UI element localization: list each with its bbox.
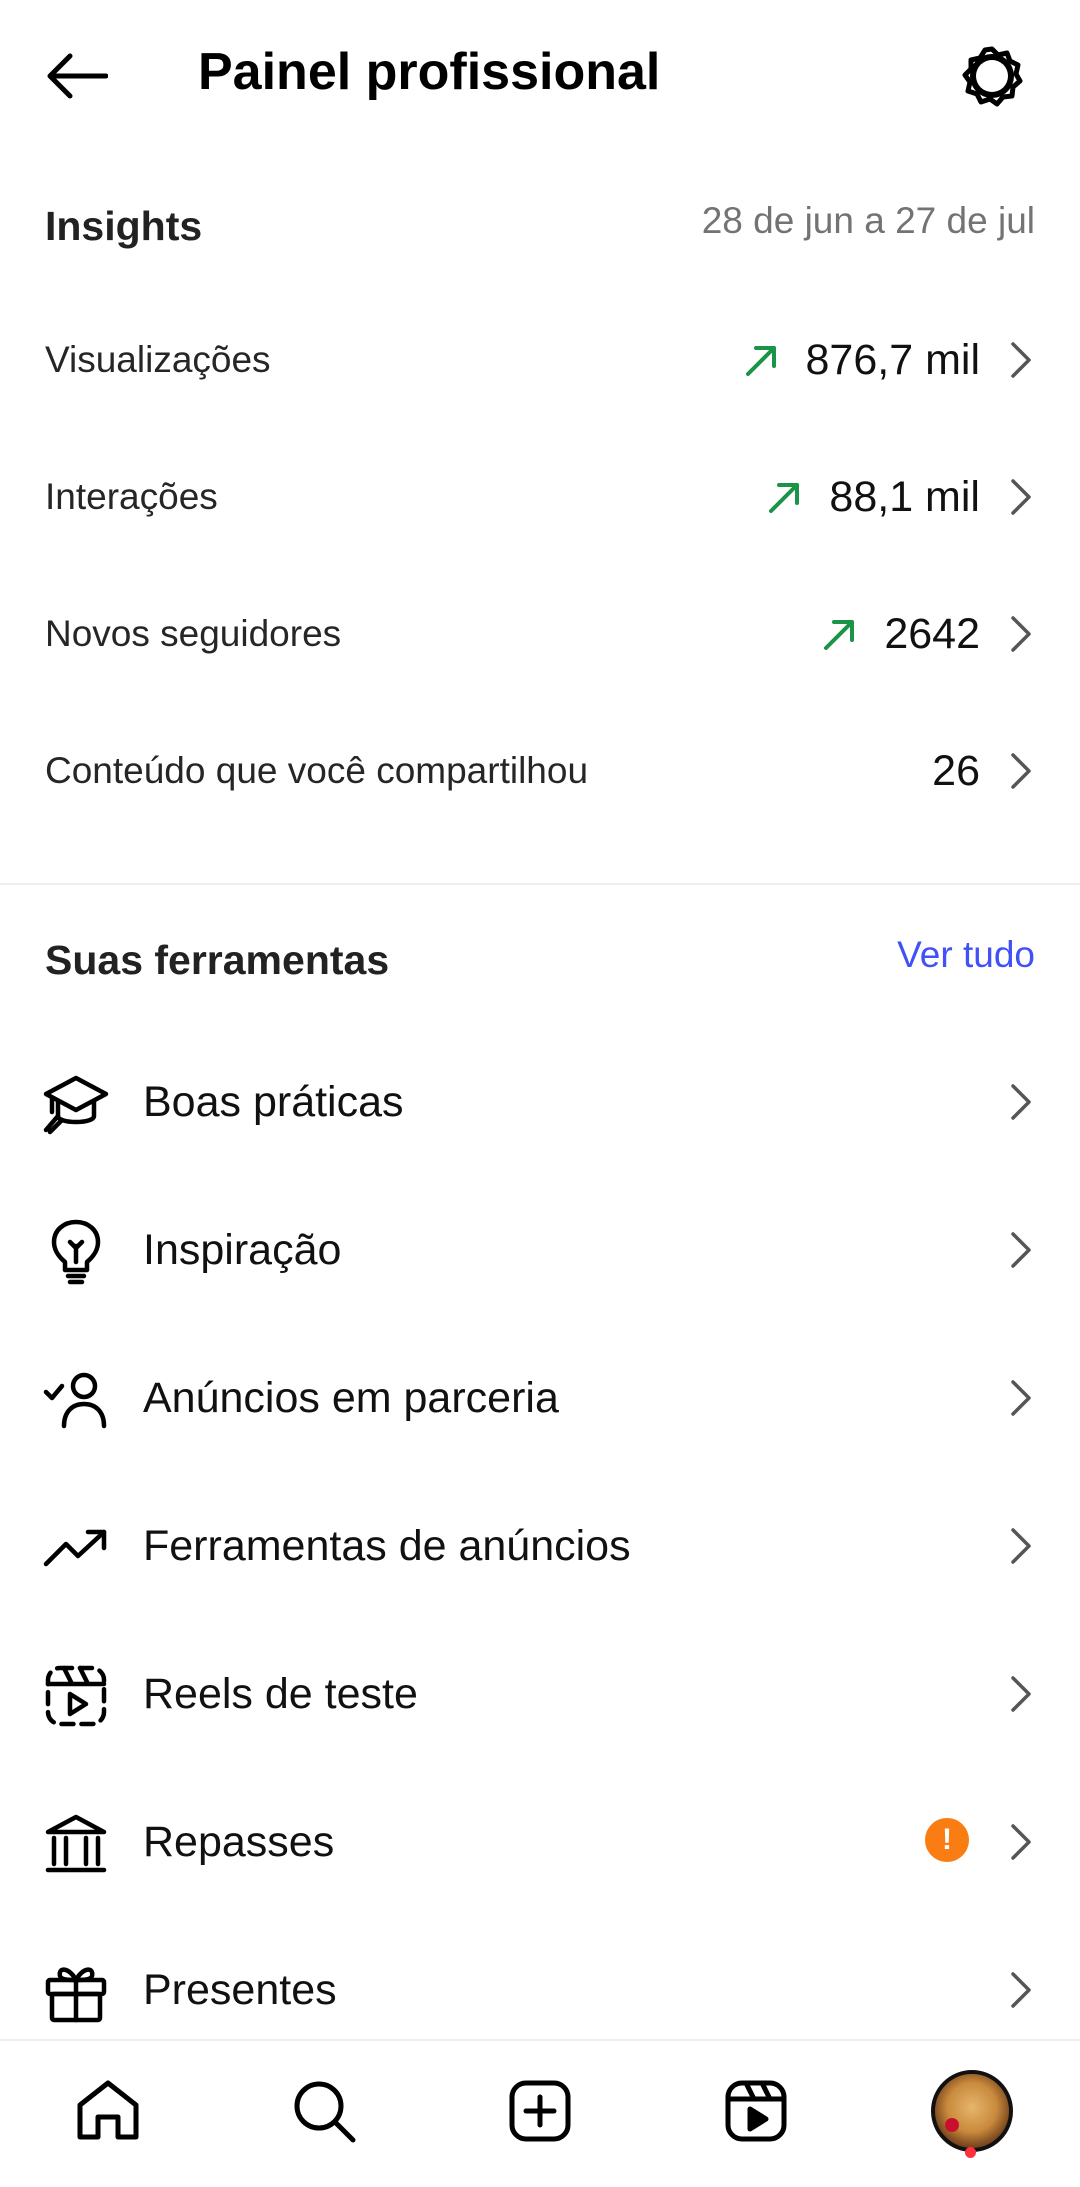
trend-up-icon <box>740 338 784 382</box>
tool-item-best-practices[interactable]: Boas práticas <box>0 1028 1080 1176</box>
trend-up-icon <box>763 475 807 519</box>
chevron-right-icon <box>1004 612 1038 656</box>
profile-notification-dot <box>965 2147 976 2158</box>
chevron-right-icon <box>1004 1524 1038 1568</box>
metric-value: 88,1 mil <box>829 472 980 521</box>
metric-row-views[interactable]: Visualizações 876,7 mil <box>0 300 1080 420</box>
arrow-left-icon <box>47 53 108 99</box>
tool-item-trial-reels[interactable]: Reels de teste <box>0 1620 1080 1768</box>
metric-label: Interações <box>45 476 218 517</box>
partnership-ads-icon <box>40 1364 112 1436</box>
gear-icon <box>962 46 1023 107</box>
trending-up-icon <box>40 1512 112 1584</box>
tool-label: Anúncios em parceria <box>143 1374 559 1422</box>
metric-value: 26 <box>932 746 980 795</box>
tool-label: Reels de teste <box>143 1670 418 1718</box>
tool-item-payouts[interactable]: Repasses ! <box>0 1768 1080 1916</box>
lightbulb-icon <box>40 1216 112 1288</box>
graduation-cap-icon <box>40 1068 112 1140</box>
nav-create[interactable] <box>465 2041 615 2181</box>
metric-label: Visualizações <box>45 339 271 380</box>
home-icon <box>77 2080 139 2140</box>
create-icon <box>509 2080 571 2142</box>
section-divider <box>0 883 1080 885</box>
chevron-right-icon <box>1004 338 1038 382</box>
settings-button[interactable] <box>952 36 1032 116</box>
trend-up-icon <box>818 612 862 656</box>
chevron-right-icon <box>1004 1968 1038 2012</box>
see-all-link[interactable]: Ver tudo <box>897 930 1035 980</box>
nav-profile[interactable] <box>897 2041 1047 2181</box>
insights-title: Insights <box>45 203 203 249</box>
nav-search[interactable] <box>249 2041 399 2181</box>
tool-item-inspiration[interactable]: Inspiração <box>0 1176 1080 1324</box>
nav-reels[interactable] <box>681 2041 831 2181</box>
tool-item-ad-tools[interactable]: Ferramentas de anúncios <box>0 1472 1080 1620</box>
tool-item-partnership-ads[interactable]: Anúncios em parceria <box>0 1324 1080 1472</box>
chevron-right-icon <box>1004 1228 1038 1272</box>
chevron-right-icon <box>1004 1080 1038 1124</box>
chevron-right-icon <box>1004 1376 1038 1420</box>
chevron-right-icon <box>1004 749 1038 793</box>
gift-icon <box>40 1956 112 2028</box>
tool-label: Inspiração <box>143 1226 342 1274</box>
tool-label: Repasses <box>143 1818 335 1866</box>
metric-label: Conteúdo que você compartilhou <box>45 750 589 791</box>
insights-header: Insights 28 de jun a 27 de jul <box>45 196 1035 256</box>
nav-home[interactable] <box>33 2041 183 2181</box>
tools-header: Suas ferramentas Ver tudo <box>45 930 1035 990</box>
avatar-detail <box>945 2118 959 2132</box>
chevron-right-icon <box>1004 475 1038 519</box>
tools-title: Suas ferramentas <box>45 937 390 983</box>
search-icon <box>294 2081 356 2143</box>
tool-label: Boas práticas <box>143 1078 404 1126</box>
alert-badge: ! <box>925 1818 969 1862</box>
bottom-nav <box>0 2039 1080 2187</box>
top-bar: Painel profissional <box>0 0 1080 150</box>
page-title: Painel profissional <box>198 43 661 101</box>
reels-icon <box>725 2080 787 2142</box>
metric-value: 2642 <box>884 609 980 658</box>
metric-row-interactions[interactable]: Interações 88,1 mil <box>0 437 1080 557</box>
back-button[interactable] <box>40 40 112 112</box>
metric-label: Novos seguidores <box>45 613 342 654</box>
metric-value: 876,7 mil <box>805 335 980 384</box>
profile-avatar <box>931 2070 1013 2152</box>
chevron-right-icon <box>1004 1672 1038 1716</box>
bank-icon <box>40 1808 112 1880</box>
tool-label: Ferramentas de anúncios <box>143 1522 631 1570</box>
metric-row-shared-content[interactable]: Conteúdo que você compartilhou 26 <box>0 711 1080 831</box>
chevron-right-icon <box>1004 1820 1038 1864</box>
trial-reels-icon <box>40 1660 112 1732</box>
metric-row-new-followers[interactable]: Novos seguidores 2642 <box>0 574 1080 694</box>
insights-date-range[interactable]: 28 de jun a 27 de jul <box>702 196 1035 246</box>
